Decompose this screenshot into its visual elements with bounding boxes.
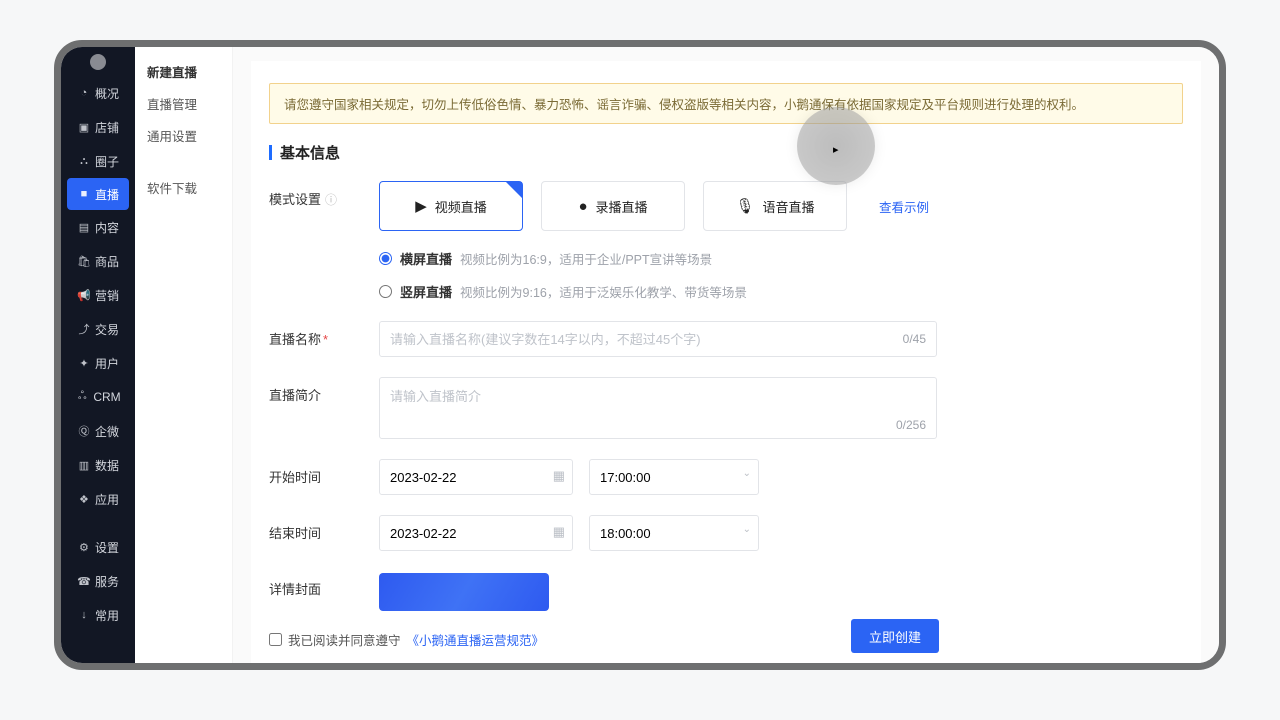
start-date-input[interactable] bbox=[379, 459, 573, 495]
gear-icon: ⚙ bbox=[77, 541, 91, 554]
subnav-general-settings[interactable]: 通用设置 bbox=[147, 119, 220, 151]
view-demo-link[interactable]: 查看示例 bbox=[879, 197, 929, 216]
label-cover: 详情封面 bbox=[269, 571, 379, 598]
label-start: 开始时间 bbox=[269, 459, 379, 486]
agree-text: 我已阅读并同意遵守 bbox=[288, 630, 401, 649]
sidebar-item-crm[interactable]: ஃCRM bbox=[61, 380, 135, 414]
mode-card-video[interactable]: ▶视频直播 bbox=[379, 181, 523, 231]
sidebar-item-user[interactable]: ✦用户 bbox=[61, 346, 135, 380]
cover-upload[interactable] bbox=[379, 573, 549, 611]
overview-icon: ◔ bbox=[77, 87, 91, 99]
sidebar-item-overview[interactable]: ◔概况 bbox=[61, 76, 135, 110]
logo-icon bbox=[90, 54, 106, 70]
subnav: 新建直播 直播管理 通用设置 软件下载 bbox=[135, 47, 233, 663]
sidebar-item-marketing[interactable]: 📢营销 bbox=[61, 278, 135, 312]
mic-icon: 🎙 bbox=[735, 197, 754, 215]
app-icon: ❖ bbox=[77, 493, 91, 506]
subnav-live-manage[interactable]: 直播管理 bbox=[147, 87, 220, 119]
sidebar-item-circle[interactable]: ⛬圈子 bbox=[61, 144, 135, 178]
crm-icon: ஃ bbox=[75, 390, 89, 404]
end-time-select[interactable] bbox=[589, 515, 759, 551]
mode-card-record[interactable]: ●录播直播 bbox=[541, 181, 685, 231]
sidebar-item-data[interactable]: ▥数据 bbox=[61, 448, 135, 482]
record-icon: ● bbox=[578, 198, 587, 215]
live-name-input[interactable] bbox=[390, 332, 926, 347]
label-mode: 模式设置ⓘ bbox=[269, 181, 379, 208]
label-live-intro: 直播简介 bbox=[269, 377, 379, 404]
sidebar-item-live[interactable]: ■直播 bbox=[67, 178, 129, 210]
radio-portrait-input[interactable] bbox=[379, 285, 392, 298]
mode-card-audio[interactable]: 🎙语音直播 bbox=[703, 181, 847, 231]
sidebar-item-service[interactable]: ☎服务 bbox=[61, 564, 135, 598]
data-icon: ▥ bbox=[77, 459, 91, 472]
sidebar-item-shop[interactable]: ▣店铺 bbox=[61, 110, 135, 144]
end-date-input[interactable] bbox=[379, 515, 573, 551]
main-area: 请您遵守国家相关规定，切勿上传低俗色情、暴力恐怖、谣言诈骗、侵权盗版等相关内容，… bbox=[233, 47, 1219, 663]
sidebar-item-content[interactable]: ▤内容 bbox=[61, 210, 135, 244]
start-time-select[interactable] bbox=[589, 459, 759, 495]
info-icon[interactable]: ⓘ bbox=[325, 193, 337, 207]
sidebar-item-settings[interactable]: ⚙设置 bbox=[61, 530, 135, 564]
label-end: 结束时间 bbox=[269, 515, 379, 542]
video-icon: ▶ bbox=[415, 197, 427, 215]
subnav-new-live[interactable]: 新建直播 bbox=[147, 55, 220, 87]
trade-icon: ⤴ bbox=[77, 321, 91, 337]
agree-link[interactable]: 《小鹅通直播运营规范》 bbox=[407, 630, 545, 649]
agree-checkbox[interactable] bbox=[269, 633, 282, 646]
radio-portrait[interactable]: 竖屏直播 视频比例为9:16，适用于泛娱乐化教学、带货等场景 bbox=[379, 282, 1183, 301]
live-name-counter: 0/45 bbox=[903, 332, 926, 346]
subnav-download[interactable]: 软件下载 bbox=[147, 171, 220, 203]
sidebar-item-qiwei[interactable]: Ⓠ企微 bbox=[61, 414, 135, 448]
sidebar-item-trade[interactable]: ⤴交易 bbox=[61, 312, 135, 346]
label-live-name: 直播名称* bbox=[269, 321, 379, 348]
content-icon: ▤ bbox=[77, 221, 91, 234]
compliance-warning: 请您遵守国家相关规定，切勿上传低俗色情、暴力恐怖、谣言诈骗、侵权盗版等相关内容，… bbox=[269, 83, 1183, 124]
sidebar-item-app[interactable]: ❖应用 bbox=[61, 482, 135, 516]
sidebar-item-frequent[interactable]: ↓常用 bbox=[61, 598, 135, 632]
create-button[interactable]: 立即创建 bbox=[851, 619, 939, 653]
live-intro-counter: 0/256 bbox=[896, 418, 926, 432]
service-icon: ☎ bbox=[77, 575, 91, 588]
qiwei-icon: Ⓠ bbox=[77, 423, 91, 439]
shop-icon: ▣ bbox=[77, 121, 91, 134]
marketing-icon: 📢 bbox=[77, 289, 91, 302]
radio-landscape[interactable]: 横屏直播 视频比例为16:9，适用于企业/PPT宣讲等场景 bbox=[379, 249, 1183, 268]
section-title-basic: 基本信息 bbox=[269, 142, 1183, 163]
live-icon: ■ bbox=[77, 188, 91, 200]
sidebar: ◔概况 ▣店铺 ⛬圈子 ■直播 ▤内容 🛍商品 📢营销 ⤴交易 ✦用户 ஃCRM… bbox=[61, 47, 135, 663]
frequent-icon: ↓ bbox=[77, 609, 91, 621]
user-icon: ✦ bbox=[77, 357, 91, 370]
sidebar-item-goods[interactable]: 🛍商品 bbox=[61, 244, 135, 278]
circle-icon: ⛬ bbox=[77, 155, 91, 168]
live-intro-input[interactable] bbox=[390, 386, 926, 414]
radio-landscape-input[interactable] bbox=[379, 252, 392, 265]
goods-icon: 🛍 bbox=[77, 255, 91, 268]
